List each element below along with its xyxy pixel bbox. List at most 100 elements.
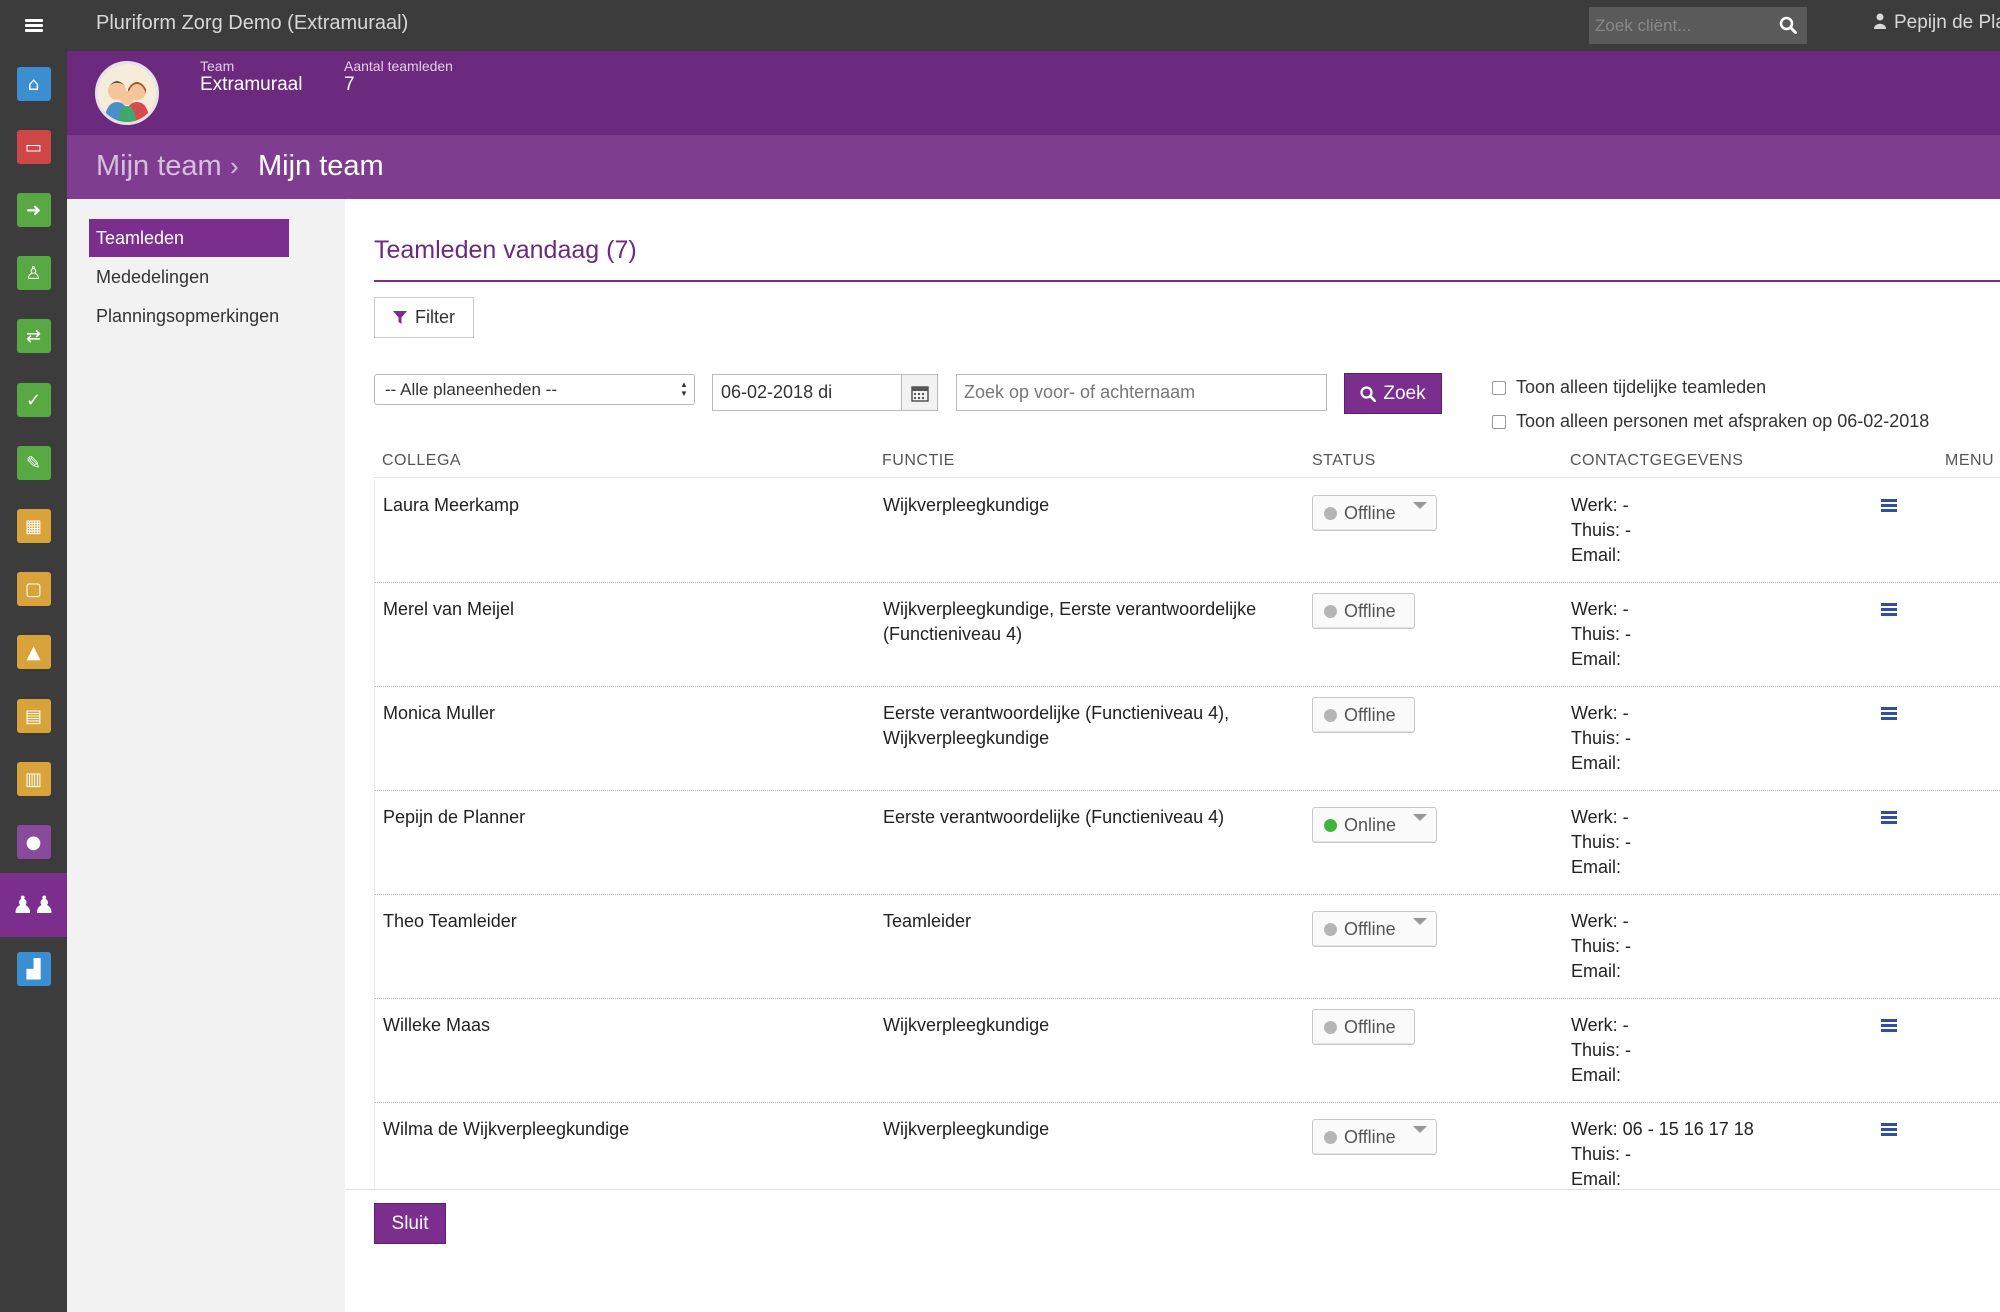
member-function: Teamleider [883, 909, 971, 934]
main-panel: Teamleden vandaag (7) Filter -- Alle pla… [345, 199, 2000, 1312]
search-button[interactable]: Zoek [1344, 373, 1442, 414]
shuffle-icon: ⇄ [16, 319, 51, 353]
search-icon [1360, 385, 1377, 402]
status-dropdown[interactable]: Offline [1312, 911, 1437, 947]
sub-navigation: Teamleden Mededelingen Planningsopmerkin… [67, 199, 345, 1312]
temp-members-label: Toon alleen tijdelijke teamleden [1516, 377, 1767, 397]
temp-members-checkbox[interactable] [1492, 380, 1506, 395]
contact-details: Werk: - Thuis: - Email: [1571, 805, 1631, 880]
rail-item-clipboard[interactable]: ▤ [0, 684, 67, 748]
rail-item-chart[interactable]: ▟ [0, 937, 67, 1001]
team-avatar [95, 61, 159, 125]
team-icon: ♟♟ [11, 891, 56, 919]
name-search-input[interactable] [956, 374, 1327, 411]
contact-details: Werk: - Thuis: - Email: [1571, 701, 1631, 776]
footer-divider [345, 1189, 2000, 1190]
filter-icon [393, 310, 407, 324]
rail-item-calendar[interactable]: ▦ [0, 494, 67, 558]
member-function-line: Wijkverpleegkundige [883, 1119, 1050, 1139]
status-dropdown[interactable]: Offline [1312, 697, 1415, 733]
contact-thuis: Thuis: - [1571, 832, 1632, 852]
planning-unit-select[interactable]: -- Alle planeenheden -- ▲ ▼ [374, 374, 695, 405]
contact-details: Werk: - Thuis: - Email: [1571, 493, 1631, 568]
table-row: Wilma de Wijkverpleegkundige Wijkverpleeg… [374, 1103, 2000, 1189]
calendar-empty-icon: ▢ [16, 572, 51, 606]
contact-email: Email: [1571, 961, 1622, 981]
member-function: Wijkverpleegkundige, Eerste verantwoorde… [883, 597, 1256, 647]
breadcrumb-separator-icon: › [230, 151, 239, 181]
contact-email: Email: [1571, 1169, 1622, 1189]
subnav-item-teamleden[interactable]: Teamleden [89, 219, 289, 257]
status-dropdown[interactable]: Offline [1312, 593, 1415, 629]
appointments-checkbox[interactable] [1492, 414, 1506, 429]
contact-werk: Werk: 06 - 15 16 17 18 [1571, 1119, 1754, 1139]
rail-item-calendar-check[interactable]: ✓ [0, 368, 67, 432]
member-name: Wilma de Wijkverpleegkundige [383, 1119, 630, 1139]
subnav-item-mededelingen[interactable]: Mededelingen [89, 258, 289, 296]
sign-in-icon: ➜ [16, 193, 51, 227]
search-icon[interactable] [1779, 16, 1797, 34]
table-row: Laura Meerkamp Wijkverpleegkundige Offline… [374, 479, 2000, 583]
table-row: Merel van Meijel Wijkverpleegkundige, Eer… [374, 583, 2000, 687]
rail-item-sign-in[interactable]: ➜ [0, 178, 67, 242]
row-menu-icon[interactable] [1881, 707, 1897, 721]
row-menu-icon[interactable] [1881, 499, 1897, 513]
calendar-check-icon: ✓ [16, 383, 51, 417]
rail-item-shuffle[interactable]: ⇄ [0, 304, 67, 368]
row-menu-icon[interactable] [1881, 1123, 1897, 1137]
rail-item-pencil[interactable]: ✎ [0, 431, 67, 495]
rail-item-team[interactable]: ♟♟ [0, 873, 67, 937]
user-icon: ● [16, 825, 51, 859]
status-dropdown[interactable]: Offline [1312, 1009, 1415, 1045]
contact-email: Email: [1571, 649, 1622, 669]
calendar-button[interactable] [901, 375, 937, 410]
client-search [1589, 7, 1807, 44]
member-name: Monica Muller [383, 703, 496, 723]
user-name: Pepijn de Pla [1894, 12, 2000, 33]
contact-thuis: Thuis: - [1571, 624, 1632, 644]
rail-item-sliders[interactable]: ▥ [0, 747, 67, 811]
row-menu-icon[interactable] [1881, 1019, 1897, 1033]
row-menu-icon[interactable] [1881, 811, 1897, 825]
temp-members-checkbox-row[interactable]: Toon alleen tijdelijke teamleden [1492, 377, 1766, 398]
close-button[interactable]: Sluit [374, 1203, 446, 1244]
rail-item-road[interactable]: ▲ [0, 620, 67, 684]
member-function: Eerste verantwoordelijke (Functieniveau … [883, 805, 1224, 830]
rail-item-calendar-empty[interactable]: ▢ [0, 557, 67, 621]
status-dot-icon [1324, 1020, 1337, 1034]
status-label: Offline [1344, 1016, 1396, 1037]
rail-item-home[interactable]: ⌂ [0, 52, 67, 116]
rail-item-person[interactable]: ♙ [0, 241, 67, 305]
select-arrows-icon: ▲ ▼ [680, 380, 688, 398]
appointments-checkbox-row[interactable]: Toon alleen personen met afspraken op 06… [1492, 411, 1929, 432]
app-title: Pluriform Zorg Demo (Extramuraal) [96, 12, 409, 34]
person-icon: ♙ [16, 256, 51, 290]
appointments-label: Toon alleen personen met afspraken op 06… [1516, 411, 1930, 431]
row-menu-icon[interactable] [1881, 603, 1897, 617]
filter-button[interactable]: Filter [374, 297, 474, 338]
status-dropdown[interactable]: Online [1312, 807, 1437, 843]
column-header-collega: COLLEGA [382, 452, 462, 469]
rail-item-user[interactable]: ● [0, 810, 67, 874]
breadcrumb-parent[interactable]: Mijn team [96, 150, 222, 183]
user-menu[interactable]: Pepijn de Pla [1874, 12, 2000, 34]
team-label: Team [200, 58, 235, 74]
member-name: Pepijn de Planner [383, 807, 526, 827]
calendar-icon [910, 385, 929, 402]
contact-email: Email: [1571, 753, 1622, 773]
status-dropdown[interactable]: Offline [1312, 1119, 1437, 1155]
caret-down-icon [1413, 814, 1427, 821]
subnav-item-planningsopmerkingen[interactable]: Planningsopmerkingen [89, 297, 289, 335]
date-input[interactable] [713, 375, 903, 410]
status-dropdown[interactable]: Offline [1312, 495, 1437, 531]
contact-werk: Werk: - [1571, 807, 1629, 827]
contact-details: Werk: - Thuis: - Email: [1571, 597, 1631, 672]
contact-email: Email: [1571, 857, 1622, 877]
rail-item-inbox[interactable]: ▭ [0, 115, 67, 179]
member-function-line: Wijkverpleegkundige [883, 1015, 1050, 1035]
chart-icon: ▟ [16, 952, 51, 986]
hamburger-menu-button[interactable] [0, 0, 67, 51]
caret-down-icon [1413, 1126, 1427, 1133]
member-function-line: Teamleider [883, 911, 972, 931]
client-search-input[interactable] [1589, 7, 1769, 44]
